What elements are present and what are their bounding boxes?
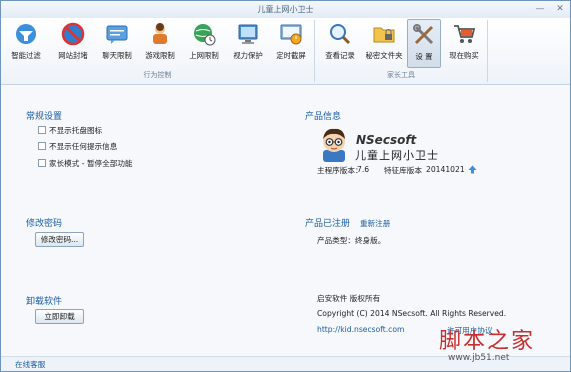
- tool-view-records[interactable]: 查看记录: [319, 19, 361, 68]
- main-toolbar: 智能过滤 网站封堵 聊天限制 游戏限制 上网限制 视力保护 定时截屏 查看记录 …: [1, 18, 570, 85]
- tool-website-block[interactable]: 网站封堵: [54, 19, 92, 68]
- tool-label: 聊天限制: [102, 51, 132, 60]
- tool-label: 上网限制: [189, 51, 219, 60]
- tool-settings[interactable]: 设 置: [407, 19, 441, 68]
- tool-chat-limit[interactable]: 聊天限制: [98, 19, 136, 68]
- copyright-line: Copyright (C) 2014 NSecsoft. All Rights …: [317, 309, 507, 318]
- main-version-value: 7.6: [357, 165, 370, 174]
- minimize-button[interactable]: —: [533, 3, 547, 15]
- tool-internet-limit[interactable]: 上网限制: [185, 19, 223, 68]
- settings-icon: [412, 23, 436, 47]
- website-link[interactable]: http://kid.nsecsoft.com: [317, 325, 404, 334]
- db-version-value: 20141021: [426, 165, 465, 174]
- app-window: 儿童上网小卫士 — ✕ 智能过滤 网站封堵 聊天限制 游戏限制 上网限制 视力保…: [0, 0, 571, 372]
- option-label: 家长模式 - 暂停全部功能: [49, 159, 133, 168]
- uninstall-title: 卸载软件: [26, 297, 63, 307]
- online-service-link[interactable]: 在线客服: [15, 359, 45, 370]
- brand-name: NSecsoft: [356, 133, 417, 147]
- tool-label: 定时截屏: [276, 51, 306, 60]
- window-title: 儿童上网小卫士: [257, 5, 314, 14]
- uninstall-button[interactable]: 立即卸载: [35, 309, 84, 324]
- tool-secret-folder[interactable]: 秘密文件夹: [363, 19, 405, 68]
- internet-limit-icon: [192, 22, 216, 46]
- close-button[interactable]: ✕: [553, 3, 567, 15]
- group-label-behavior-control: 行为控制: [143, 71, 172, 79]
- buy-now-icon: [452, 22, 476, 46]
- option-label: 不显示任何提示信息: [49, 142, 118, 151]
- tool-label: 查看记录: [325, 51, 355, 60]
- scheduled-screenshot-icon: [279, 22, 303, 46]
- product-mascot-logo: [317, 126, 351, 162]
- tool-buy-now[interactable]: 现在购买: [445, 19, 483, 68]
- group-label-parent-tools: 家长工具: [387, 71, 415, 79]
- tool-label: 游戏限制: [145, 51, 175, 60]
- checkbox[interactable]: [38, 126, 46, 134]
- game-limit-icon: [148, 22, 172, 46]
- product-type-text: 产品类型：终身版。: [317, 236, 386, 245]
- chat-limit-icon: [105, 22, 129, 46]
- tool-label: 视力保护: [233, 51, 263, 60]
- eye-protection-icon: [236, 22, 260, 46]
- product-info-title: 产品信息: [305, 112, 342, 122]
- tool-label: 智能过滤: [11, 51, 41, 60]
- tool-game-limit[interactable]: 游戏限制: [141, 19, 179, 68]
- checkbox[interactable]: [38, 159, 46, 167]
- tool-smart-filter[interactable]: 智能过滤: [7, 19, 45, 68]
- general-settings-title: 常规设置: [26, 112, 63, 122]
- product-name: 儿童上网小卫士: [355, 149, 439, 162]
- checkbox[interactable]: [38, 142, 46, 150]
- smart-filter-icon: [14, 22, 38, 46]
- title-bar: 儿童上网小卫士 — ✕: [1, 1, 570, 18]
- website-block-icon: [61, 22, 85, 46]
- update-arrow-icon[interactable]: [468, 165, 477, 174]
- tool-label: 现在购买: [449, 51, 479, 60]
- main-version-label: 主程序版本：: [317, 166, 363, 175]
- option-parent-mode[interactable]: 家长模式 - 暂停全部功能: [38, 158, 133, 169]
- secret-folder-icon: [372, 22, 396, 46]
- site-watermark: 脚本之家: [439, 329, 536, 354]
- option-label: 不显示托盘图标: [49, 126, 103, 135]
- tool-eye-protection[interactable]: 视力保护: [229, 19, 267, 68]
- db-version-label: 特征库版本: [384, 166, 422, 175]
- re-register-link[interactable]: 重新注册: [360, 218, 390, 229]
- view-records-icon: [328, 22, 352, 46]
- tool-scheduled-screenshot[interactable]: 定时截屏: [272, 19, 310, 68]
- tool-label: 网站封堵: [58, 51, 88, 60]
- option-hide-notifications[interactable]: 不显示任何提示信息: [38, 141, 117, 152]
- registration-title: 产品已注册: [305, 219, 351, 229]
- site-watermark-url: www.jb51.net: [448, 353, 510, 363]
- change-password-title: 修改密码: [26, 219, 63, 229]
- copyright-owner: 启安软件 版权所有: [317, 294, 381, 303]
- toolbar-separator: [487, 20, 488, 82]
- change-password-button[interactable]: 修改密码...: [35, 232, 84, 247]
- tool-label: 设 置: [415, 52, 433, 61]
- tool-label: 秘密文件夹: [365, 51, 403, 60]
- option-hide-tray-icon[interactable]: 不显示托盘图标: [38, 125, 102, 136]
